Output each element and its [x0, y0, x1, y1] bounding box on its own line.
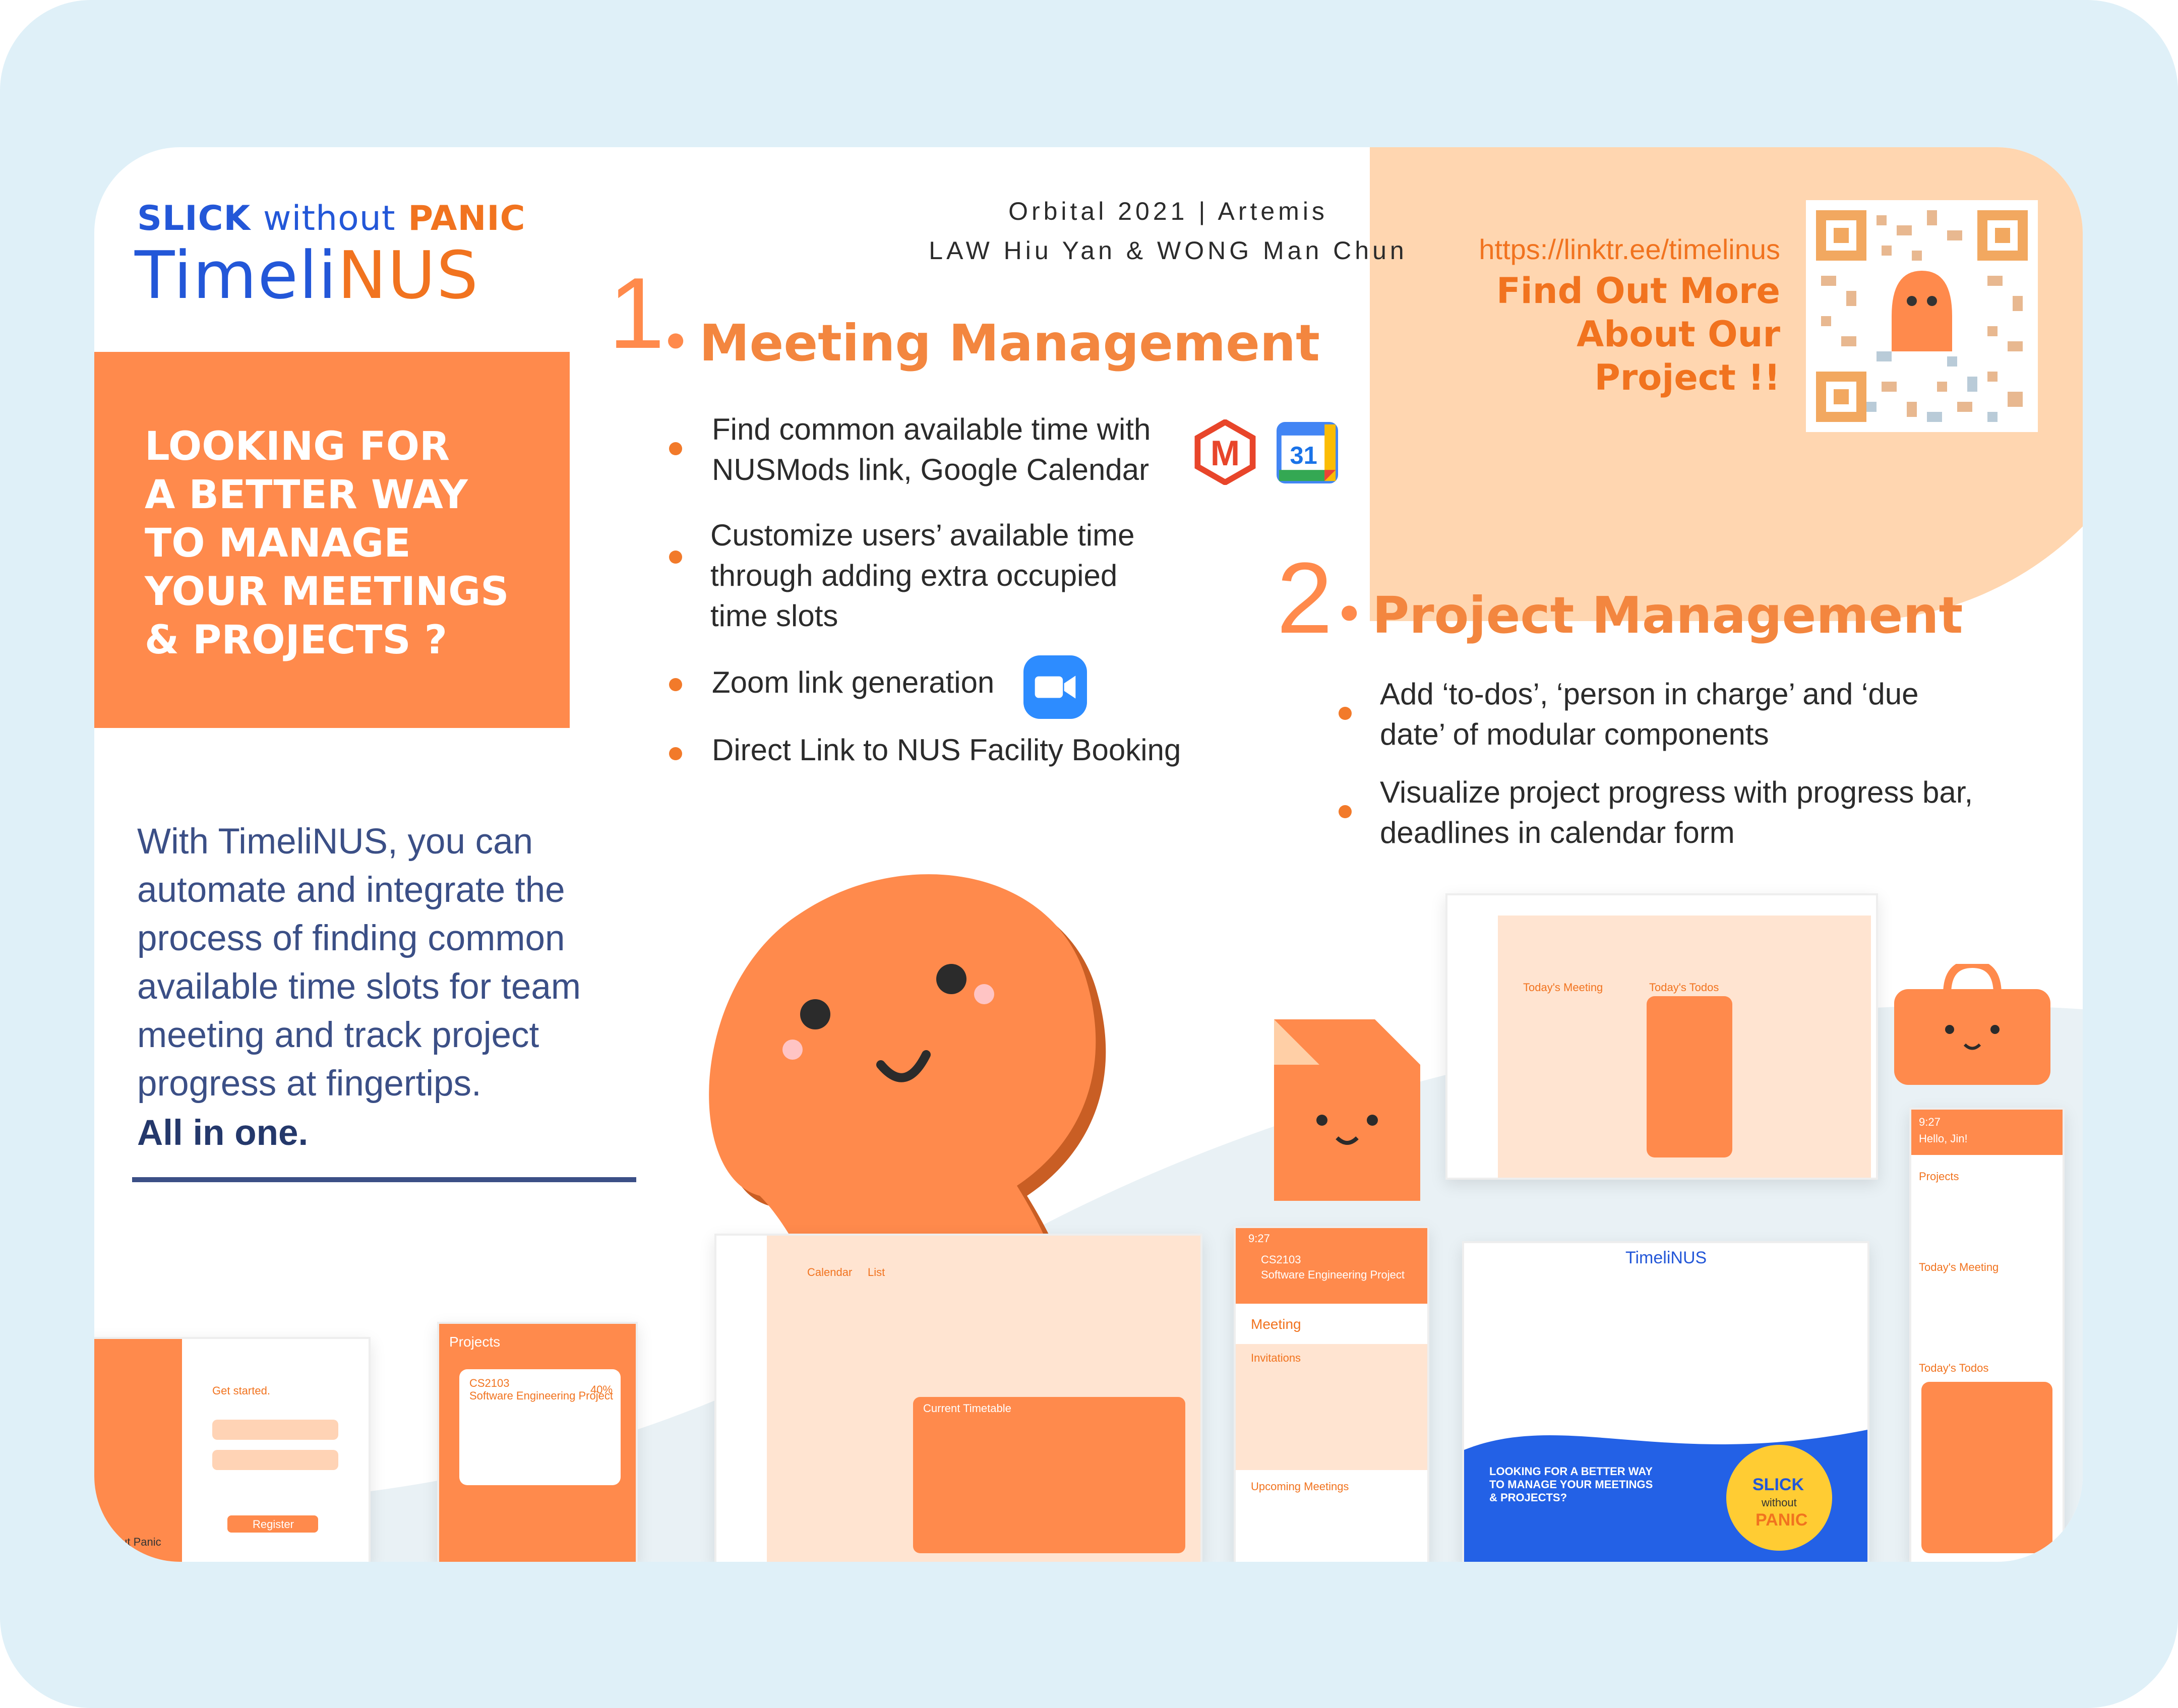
callout-box: LOOKING FOR A BETTER WAY TO MANAGE YOUR … [94, 352, 570, 728]
meeting-project: Software Engineering Project [1261, 1268, 1405, 1281]
s2-bullet-1: Add ‘to-dos’, ‘person in charge’ and ‘du… [1380, 677, 1919, 751]
register-label: Register [253, 1518, 294, 1531]
project-course: CS2103 [469, 1377, 510, 1389]
s1-bullet-1: Find common available time with NUSMods … [712, 412, 1151, 486]
brand-part-2: NUS [337, 237, 479, 314]
document-mascot [1274, 1019, 1420, 1201]
qr-code-icon[interactable] [1806, 200, 2038, 432]
callout-line-5: & PROJECTS ? [145, 618, 448, 663]
mobile-projects: Projects [1919, 1170, 1959, 1183]
bullet-dot [669, 678, 682, 691]
bullet-dot [669, 551, 682, 564]
callout-line-1: LOOKING FOR [145, 424, 450, 469]
meeting-time: 9:27 [1248, 1232, 1270, 1245]
callout-line-2: A BETTER WAY [145, 472, 468, 518]
intro-divider [132, 1177, 636, 1182]
nusmods-icon: M [1194, 419, 1256, 485]
site-looking: LOOKING FOR A BETTER WAY TO MANAGE YOUR … [1489, 1465, 1653, 1504]
login-get-started: Get started. [212, 1384, 270, 1397]
site-slick: SLICK [1752, 1475, 1804, 1494]
projects-screen: Projects CS2103 Software Engineering Pro… [437, 1322, 638, 1562]
section-2-dot: ● [1339, 591, 1360, 631]
find-line-3: Project !! [1594, 357, 1780, 398]
zoom-icon [1023, 655, 1087, 719]
google-calendar-icon: 31 [1277, 422, 1338, 483]
orbital-line: Orbital 2021 | Artemis [1008, 197, 1328, 225]
login-side [94, 1339, 182, 1562]
find-line-1: Find Out More [1496, 270, 1780, 312]
projects-title: Projects [449, 1334, 501, 1350]
dash-todays-todos: Today's Todos [1649, 981, 1719, 994]
slogan-panic: PANIC [408, 199, 526, 238]
upcoming-label: Upcoming Meetings [1251, 1480, 1349, 1493]
bullet-dot [1339, 805, 1352, 818]
callout-line-3: TO MANAGE [145, 521, 411, 566]
dashboard-screen: Today's Meeting Today's Todos [1445, 893, 1878, 1180]
site-panic: PANIC [1756, 1510, 1808, 1530]
callout-text: LOOKING FOR A BETTER WAY TO MANAGE YOUR … [145, 422, 548, 664]
website-screen: TimeliNUS LOOKING FOR A BETTER WAY TO MA… [1462, 1241, 1869, 1562]
section-1-dot: ● [665, 319, 687, 358]
bullet-dot [1339, 707, 1352, 720]
team-info: Orbital 2021 | Artemis LAW Hiu Yan & WON… [840, 192, 1496, 270]
invitations-label: Invitations [1251, 1352, 1301, 1364]
site-without: without [1762, 1496, 1797, 1509]
s1-bullet-3: Zoom link generation [712, 665, 995, 699]
section-2-number: 2 [1277, 542, 1333, 654]
callout-line-4: YOUR MEETINGS [145, 569, 509, 615]
find-line-2: About Our [1577, 314, 1780, 355]
brand-part-1: Timeli [135, 237, 338, 314]
list-tab: List [868, 1266, 885, 1278]
mobile-time: 9:27 [1919, 1116, 1941, 1128]
calendar-tab: Calendar [807, 1266, 853, 1278]
gcal-glyph: 31 [1290, 442, 1317, 469]
section-2-title: Project Management [1372, 586, 1963, 645]
nusmods-glyph: M [1211, 433, 1240, 473]
slogan-without: without [263, 199, 396, 238]
project-pct: 40% [590, 1383, 613, 1396]
todo-card [1647, 996, 1732, 1157]
project-link[interactable]: https://linktr.ee/timelinus [1479, 233, 1780, 266]
calendar-screen: Calendar List Current Timetable [714, 1234, 1202, 1562]
meeting-course: CS2103 [1261, 1253, 1301, 1266]
mobile-todays-todos: Today's Todos [1919, 1362, 1989, 1374]
mobile-home-screen: 9:27 Hello, Jin! Projects Today's Meetin… [1909, 1108, 2065, 1562]
site-brand: TimeliNUS [1625, 1248, 1707, 1267]
bag-mascot [1894, 964, 2050, 1085]
poster-frame: https://linktr.ee/timelinus Find Out Mor… [0, 0, 2178, 1708]
login-screen: Get started. Register About Panic [94, 1337, 371, 1562]
authors-line: LAW Hiu Yan & WONG Man Chun [929, 236, 1408, 265]
meeting-title: Meeting [1251, 1316, 1301, 1332]
slogan-slick: SLICK [137, 199, 251, 238]
poster-card: https://linktr.ee/timelinus Find Out Mor… [94, 147, 2083, 1562]
mobile-todo-card [1921, 1382, 2052, 1553]
meeting-screen: 9:27 CS2103 Software Engineering Project… [1234, 1226, 1429, 1562]
timetable-label: Current Timetable [923, 1402, 1011, 1415]
login-field-2[interactable] [212, 1450, 338, 1470]
dash-todays-meeting: Today's Meeting [1523, 981, 1603, 994]
intro-tagline: All in one. [137, 1113, 309, 1153]
mobile-hello: Hello, Jin! [1919, 1132, 1968, 1145]
timetable-card [913, 1397, 1185, 1553]
slogan: SLICK without PANIC [137, 199, 526, 238]
s1-bullet-4: Direct Link to NUS Facility Booking [712, 733, 1181, 767]
mobile-todays-meeting: Today's Meeting [1919, 1261, 1999, 1273]
s1-bullet-2: Customize users’ available time through … [710, 518, 1135, 633]
bullet-dot [669, 747, 682, 760]
about-panic-label: About Panic [101, 1536, 161, 1548]
bullet-dot [669, 442, 682, 455]
find-out-more: Find Out More About Our Project !! [1427, 269, 1780, 399]
brand-logo: TimeliNUS [135, 237, 479, 314]
section-1-title: Meeting Management [699, 314, 1320, 373]
login-field-1[interactable] [212, 1420, 338, 1440]
section-1-number: 1 [609, 257, 665, 370]
intro-paragraph: With TimeliNUS, you can automate and int… [137, 822, 581, 1104]
s2-bullet-2: Visualize project progress with progress… [1380, 775, 1973, 849]
